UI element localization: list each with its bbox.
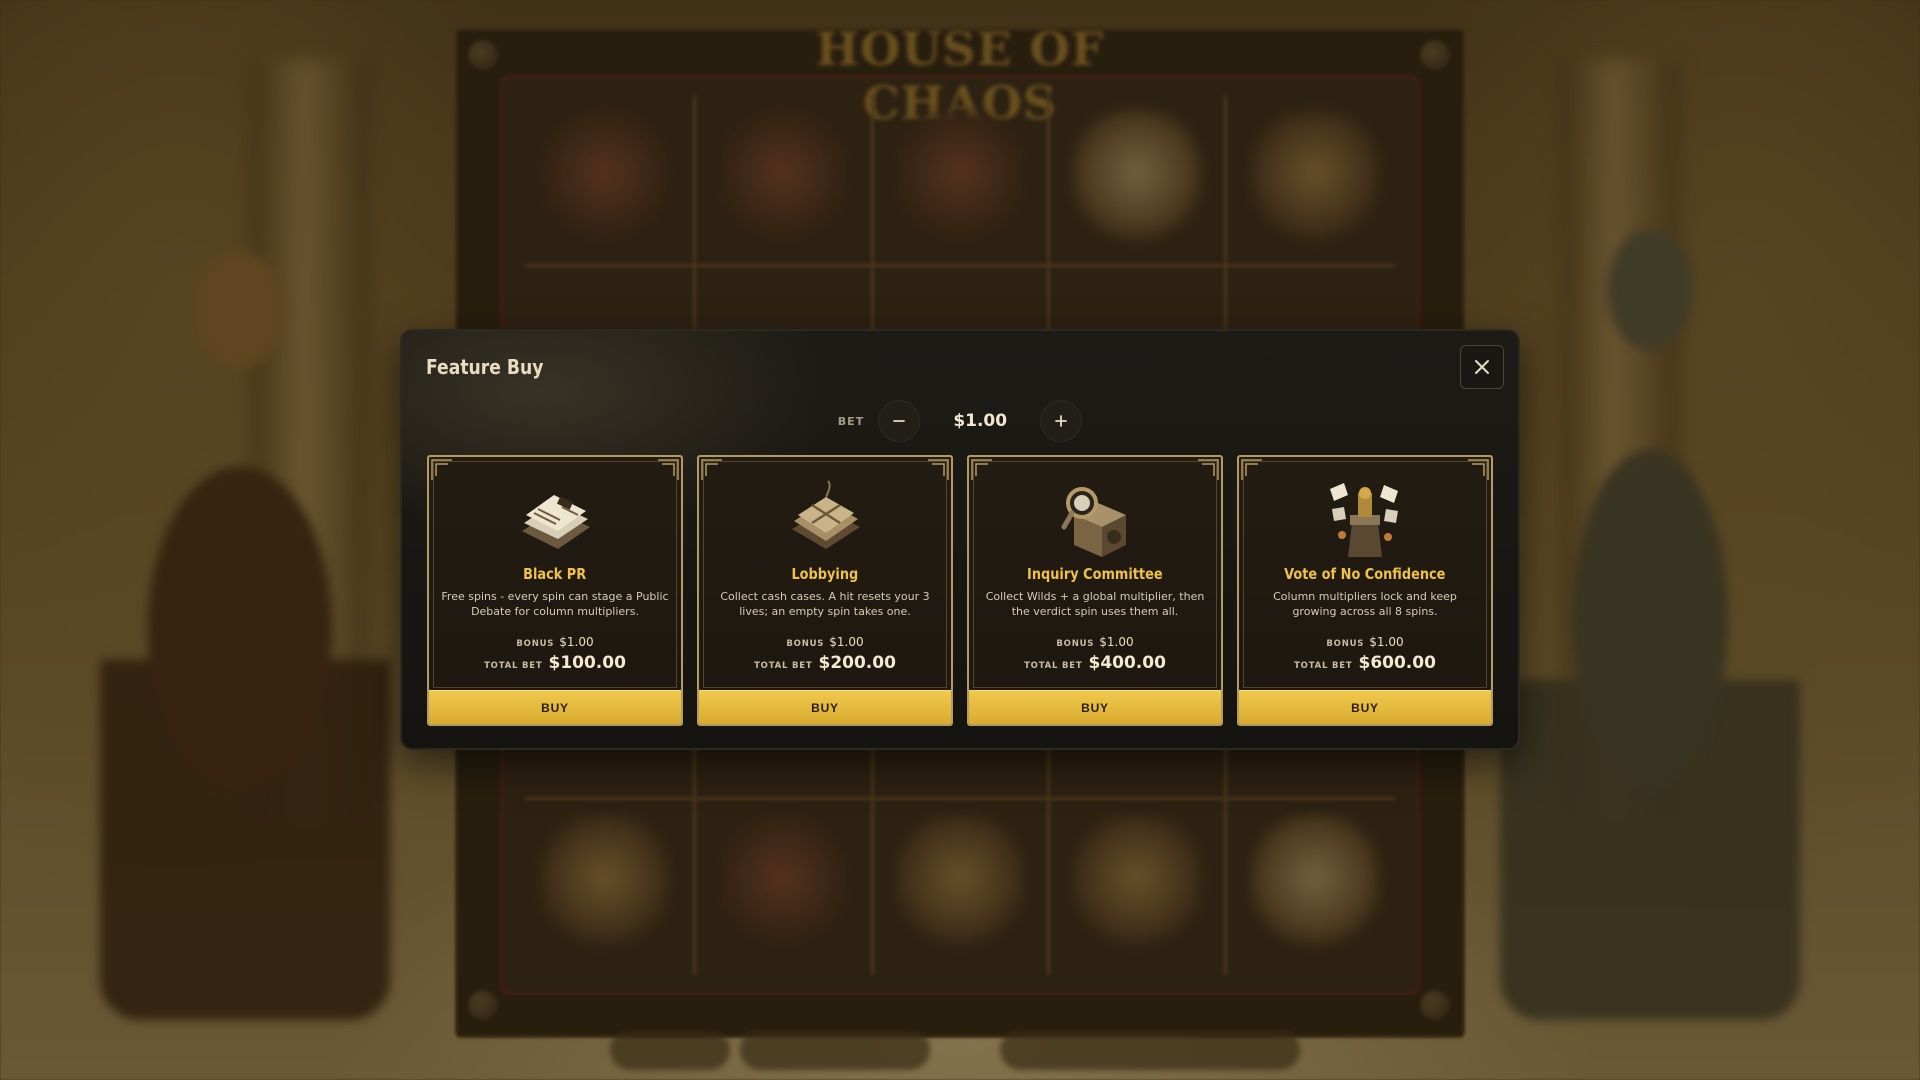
close-icon [1475,360,1489,374]
cash-bundle-icon [792,480,860,549]
minus-icon [893,420,906,422]
buy-button-vote-of-no-confidence[interactable]: BUY [1239,690,1491,724]
feature-card-inquiry-committee: Inquiry Committee Collect Wilds + a glob… [967,455,1223,726]
feature-name: Inquiry Committee [1027,565,1163,583]
close-button[interactable] [1460,345,1504,389]
bonus-line: BONUS $1.00 [786,635,863,649]
total-bet-line: TOTAL BET $400.00 [1024,653,1166,673]
buy-button-inquiry-committee[interactable]: BUY [969,690,1221,724]
bonus-label: BONUS [1326,639,1365,649]
corner-ornament [701,459,722,480]
buy-button-lobbying[interactable]: BUY [699,690,951,724]
corner-ornament [1468,459,1489,480]
bet-value: $1.00 [953,411,1008,431]
total-bet-value: $200.00 [818,653,896,673]
feature-cards: Black PR Free spins - every spin can sta… [427,455,1495,726]
bonus-label: BONUS [516,639,555,649]
ballot-podium-icon [1330,483,1398,557]
total-bet-label: TOTAL BET [754,661,813,671]
total-bet-value: $400.00 [1088,653,1166,673]
newspaper-stack-icon [522,495,590,549]
feature-description: Collect cash cases. A hit resets your 3 … [720,590,930,618]
total-bet-label: TOTAL BET [484,661,543,671]
bet-increase-button[interactable] [1040,400,1083,442]
total-bet-value: $100.00 [548,653,626,673]
bonus-value: $1.00 [1369,635,1404,649]
magnifier-box-icon [1061,487,1126,557]
bonus-value: $1.00 [1099,635,1134,649]
total-bet-line: TOTAL BET $200.00 [754,653,896,673]
total-bet-line: TOTAL BET $600.00 [1294,653,1436,673]
bonus-line: BONUS $1.00 [1056,635,1133,649]
corner-ornament [971,459,992,480]
feature-name: Vote of No Confidence [1284,565,1446,583]
plus-icon [1055,415,1068,427]
corner-ornament [658,459,679,480]
corner-ornament [1241,459,1262,480]
modal-title: Feature Buy [426,355,544,379]
feature-name: Black PR [523,565,587,583]
corner-ornament [431,459,452,480]
bonus-line: BONUS $1.00 [1326,635,1403,649]
feature-name: Lobbying [791,565,859,583]
corner-ornament [1198,459,1219,480]
bonus-value: $1.00 [559,635,594,649]
feature-card-lobbying: Lobbying Collect cash cases. A hit reset… [697,455,953,726]
total-bet-value: $600.00 [1358,653,1436,673]
feature-description: Collect Wilds + a global multiplier, the… [985,590,1205,618]
bonus-line: BONUS $1.00 [516,635,593,649]
total-bet-label: TOTAL BET [1024,661,1083,671]
total-bet-label: TOTAL BET [1294,661,1353,671]
bonus-label: BONUS [786,639,825,649]
bet-selector: BET $1.00 [402,400,1518,442]
feature-card-vote-of-no-confidence: Vote of No Confidence Column multipliers… [1237,455,1493,726]
bonus-value: $1.00 [829,635,864,649]
bet-label: BET [837,414,865,428]
feature-description: Column multipliers lock and keep growing… [1273,590,1457,618]
feature-description: Free spins - every spin can stage a Publ… [441,590,669,618]
feature-card-black-pr: Black PR Free spins - every spin can sta… [427,455,683,726]
bet-decrease-button[interactable] [878,400,921,442]
bonus-label: BONUS [1056,639,1095,649]
total-bet-line: TOTAL BET $100.00 [484,653,626,673]
buy-button-black-pr[interactable]: BUY [429,690,681,724]
feature-buy-modal: Feature Buy BET $1.00 Black PR Free spin… [400,329,1520,750]
corner-ornament [928,459,949,480]
